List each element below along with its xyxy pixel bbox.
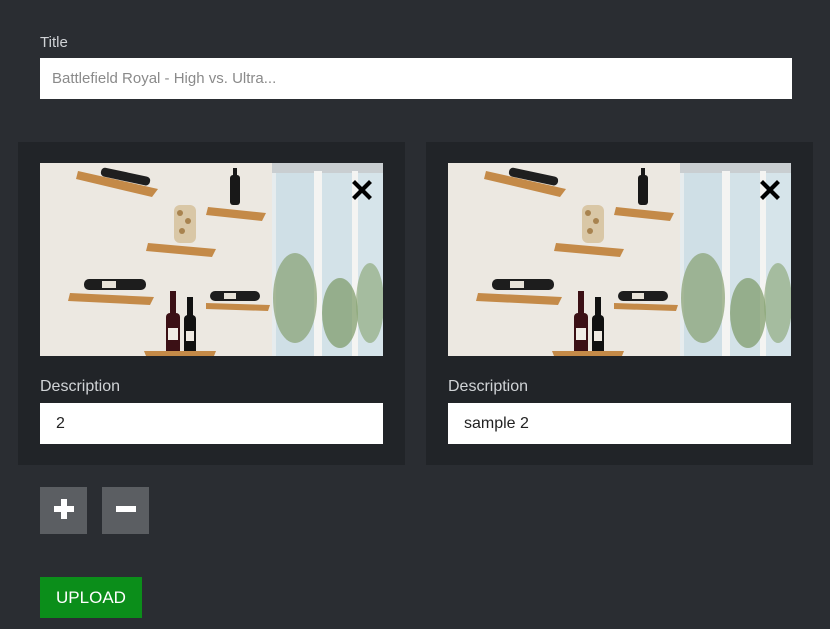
description-input[interactable] bbox=[40, 403, 383, 444]
item-thumbnail bbox=[448, 163, 791, 356]
description-input[interactable] bbox=[448, 403, 791, 444]
title-label: Title bbox=[40, 34, 68, 51]
close-icon[interactable] bbox=[349, 177, 375, 203]
title-input[interactable] bbox=[40, 58, 792, 99]
upload-button[interactable]: UPLOAD bbox=[40, 577, 142, 618]
description-label: Description bbox=[40, 378, 121, 395]
minus-icon bbox=[114, 497, 138, 524]
description-label: Description bbox=[448, 378, 529, 395]
upload-item-card: Description bbox=[18, 142, 405, 465]
item-thumbnail bbox=[40, 163, 383, 356]
plus-icon bbox=[52, 497, 76, 524]
close-icon[interactable] bbox=[757, 177, 783, 203]
add-item-button[interactable] bbox=[40, 487, 87, 534]
upload-item-card: Description bbox=[426, 142, 813, 465]
remove-item-button[interactable] bbox=[102, 487, 149, 534]
